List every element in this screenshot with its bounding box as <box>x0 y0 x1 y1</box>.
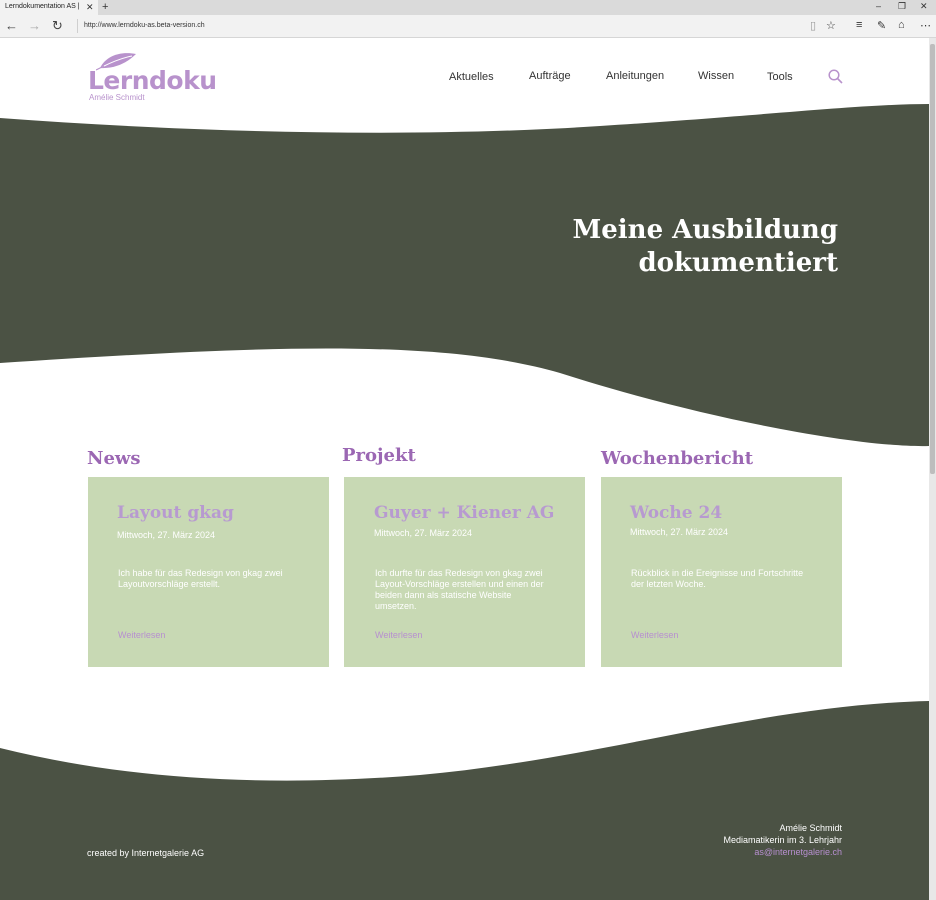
forward-icon[interactable]: → <box>28 18 41 33</box>
reading-view-icon[interactable]: ▯ <box>810 19 816 32</box>
hero-title: Meine Ausbildung dokumentiert <box>572 214 838 280</box>
card-date: Mittwoch, 27. März 2024 <box>374 528 473 538</box>
more-menu-icon[interactable]: ⋯ <box>920 19 931 32</box>
web-note-icon[interactable]: ✎ <box>877 19 886 32</box>
hero-title-line2: dokumentiert <box>638 248 838 278</box>
share-icon[interactable]: ⌂ <box>898 19 905 31</box>
browser-toolbar: ← → ↻ http://www.lerndoku-as.beta-versio… <box>0 15 936 38</box>
read-more-link[interactable]: Weiterlesen <box>118 630 165 640</box>
footer-contact: Amélie Schmidt Mediamatikerin im 3. Lehr… <box>723 822 842 858</box>
footer-email-link[interactable]: as@internetgalerie.ch <box>754 847 842 857</box>
card-title: Layout gkag <box>117 503 234 523</box>
card-title: Woche 24 <box>630 503 723 523</box>
back-icon[interactable]: ← <box>5 18 18 33</box>
minimize-icon[interactable]: – <box>876 1 881 11</box>
wochenbericht-heading: Wochenbericht <box>601 448 754 469</box>
close-window-icon[interactable]: ✕ <box>920 1 928 12</box>
web-page: Lerndoku Amélie Schmidt Aktuelles Aufträ… <box>0 38 929 900</box>
footer-credit: created by Internetgalerie AG <box>87 848 205 858</box>
card-date: Mittwoch, 27. März 2024 <box>630 527 729 537</box>
card-date: Mittwoch, 27. März 2024 <box>117 530 216 540</box>
search-icon[interactable] <box>828 69 843 84</box>
projekt-card[interactable]: Guyer + Kiener AG Mittwoch, 27. März 202… <box>344 477 585 667</box>
card-title: Guyer + Kiener AG <box>374 503 555 523</box>
favorite-star-icon[interactable]: ☆ <box>826 19 836 32</box>
refresh-icon[interactable]: ↻ <box>52 18 63 34</box>
card-text: Ich durfte für das Redesign von gkag zwe… <box>375 568 544 611</box>
nav-tools[interactable]: Tools <box>767 71 793 83</box>
page-scrollbar[interactable] <box>929 38 936 900</box>
wochenbericht-card[interactable]: Woche 24 Mittwoch, 27. März 2024 Rückbli… <box>601 477 842 667</box>
browser-tab-strip: Lerndokumentation AS | ✕ + – ❐ ✕ <box>0 0 936 15</box>
read-more-link[interactable]: Weiterlesen <box>375 630 422 640</box>
close-tab-icon[interactable]: ✕ <box>86 2 94 13</box>
address-bar[interactable]: http://www.lerndoku-as.beta-version.ch <box>77 19 797 33</box>
footer-name: Amélie Schmidt <box>779 823 842 833</box>
card-text: Rückblick in die Ereignisse und Fortschr… <box>631 568 804 589</box>
browser-tab[interactable]: Lerndokumentation AS | ✕ <box>0 0 98 15</box>
logo-subtitle: Amélie Schmidt <box>89 93 145 102</box>
hero-title-line1: Meine Ausbildung <box>572 215 838 245</box>
news-card[interactable]: Layout gkag Mittwoch, 27. März 2024 Ich … <box>88 477 329 667</box>
nav-auftraege[interactable]: Aufträge <box>529 70 571 82</box>
nav-wissen[interactable]: Wissen <box>698 70 734 82</box>
card-text: Ich habe für das Redesign von gkag zwei … <box>118 568 283 589</box>
footer-role: Mediamatikerin im 3. Lehrjahr <box>723 835 842 845</box>
scrollbar-thumb[interactable] <box>930 44 935 474</box>
nav-aktuelles[interactable]: Aktuelles <box>449 71 494 83</box>
tab-title: Lerndokumentation AS | <box>5 3 80 10</box>
logo-wordmark: Lerndoku <box>88 66 217 95</box>
read-more-link[interactable]: Weiterlesen <box>631 630 678 640</box>
projekt-heading: Projekt <box>342 445 416 466</box>
nav-anleitungen[interactable]: Anleitungen <box>606 70 664 82</box>
news-heading: News <box>87 448 141 469</box>
footer-background <box>0 701 929 900</box>
hub-icon[interactable]: ≡ <box>856 19 862 31</box>
new-tab-icon[interactable]: + <box>102 1 108 13</box>
restore-icon[interactable]: ❐ <box>898 1 906 12</box>
